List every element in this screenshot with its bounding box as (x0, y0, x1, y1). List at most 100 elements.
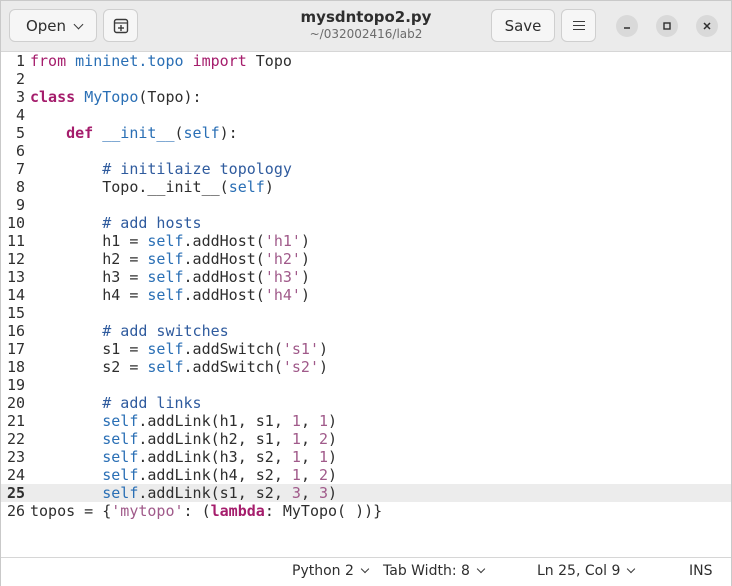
line-number: 15 (6, 304, 25, 322)
code-line[interactable]: 2 (1, 70, 731, 88)
code-line[interactable]: 24 self.addLink(h4, s2, 1, 2) (1, 466, 731, 484)
code-line[interactable]: 15 (1, 304, 731, 322)
code-token: topos = { (30, 502, 112, 520)
code-line[interactable]: 17 s1 = self.addSwitch('s1') (1, 340, 731, 358)
code-token: ) (300, 250, 310, 268)
code-token: , (300, 466, 319, 484)
code-token: 1 (319, 448, 329, 466)
code-token: MyTopo (84, 88, 139, 106)
code-token: .addLink(h4, s2, (138, 466, 292, 484)
code-token: .addHost( (183, 250, 265, 268)
code-token: .addHost( (183, 268, 265, 286)
code-line[interactable]: 5 def __init__(self): (1, 124, 731, 142)
code-line[interactable]: 19 (1, 376, 731, 394)
code-token: , (300, 448, 319, 466)
code-line[interactable]: 7 # initilaize topology (1, 160, 731, 178)
code-token: self (183, 124, 220, 142)
code-line[interactable]: 8 Topo.__init__(self) (1, 178, 731, 196)
line-number: 10 (6, 214, 25, 232)
code-line[interactable]: 1 from mininet.topo import Topo (1, 52, 731, 70)
save-button[interactable]: Save (491, 9, 555, 42)
new-tab-button[interactable] (103, 9, 138, 42)
code-token: 's2' (282, 358, 319, 376)
tab-width-selector[interactable]: Tab Width: 8 (383, 563, 486, 579)
minimize-button[interactable] (616, 15, 638, 37)
code-token: s1 = (30, 340, 148, 358)
code-line[interactable]: 20 # add links (1, 394, 731, 412)
code-token: 1 (291, 466, 301, 484)
language-label: Python 2 (292, 563, 354, 579)
code-token: # add switches (102, 322, 229, 340)
text-editor-window: Open mysdntopo2.py ~/032002416/lab2 Save (0, 0, 732, 586)
code-token: .addHost( (183, 286, 265, 304)
hamburger-menu-icon (572, 20, 585, 31)
code-token: # add hosts (102, 214, 202, 232)
code-token: ( (174, 124, 184, 142)
code-token: : MyTopo( ))} (264, 502, 383, 520)
code-text: # add switches (30, 322, 229, 340)
maximize-button[interactable] (656, 15, 678, 37)
line-number: 20 (6, 394, 25, 412)
code-token: # add links (102, 394, 202, 412)
code-line[interactable]: 26 topos = {'mytopo': (lambda: MyTopo( ))… (1, 502, 731, 520)
code-line[interactable]: 25 self.addLink(s1, s2, 3, 3) (1, 484, 731, 502)
code-text: # initilaize topology (30, 160, 292, 178)
code-line[interactable]: 23 self.addLink(h3, s2, 1, 1) (1, 448, 731, 466)
code-text: h3 = self.addHost('h3') (30, 268, 310, 286)
code-token: 'h3' (264, 268, 301, 286)
code-token: class (30, 88, 76, 106)
close-button[interactable] (696, 15, 718, 37)
code-line[interactable]: 11 h1 = self.addHost('h1') (1, 232, 731, 250)
open-button[interactable]: Open (9, 9, 97, 42)
code-text: h4 = self.addHost('h4') (30, 286, 310, 304)
code-token: self (147, 286, 184, 304)
code-line[interactable]: 14 h4 = self.addHost('h4') (1, 286, 731, 304)
code-editor[interactable]: 1 from mininet.topo import Topo 2 3 class My… (1, 52, 731, 557)
code-token: self (147, 232, 184, 250)
cursor-position-selector[interactable]: Ln 25, Col 9 (537, 563, 636, 579)
code-lines[interactable]: 1 from mininet.topo import Topo 2 3 class My… (1, 52, 731, 520)
open-button-label: Open (25, 16, 67, 35)
code-token: ) (300, 232, 310, 250)
code-line[interactable]: 10 # add hosts (1, 214, 731, 232)
code-token: ): (219, 124, 238, 142)
code-line[interactable]: 3 class MyTopo(Topo): (1, 88, 731, 106)
code-token: .addLink(s1, s2, (138, 484, 292, 502)
code-line[interactable]: 16 # add switches (1, 322, 731, 340)
code-text: h2 = self.addHost('h2') (30, 250, 310, 268)
code-token: h4 = (30, 286, 148, 304)
line-number: 1 (15, 52, 25, 70)
window-title-block: mysdntopo2.py ~/032002416/lab2 (251, 7, 481, 42)
code-line[interactable]: 9 (1, 196, 731, 214)
code-token: mininet.topo (75, 52, 184, 70)
code-text: class MyTopo(Topo): (30, 88, 202, 106)
code-token: 'mytopo' (111, 502, 184, 520)
insert-mode-indicator[interactable]: INS (689, 563, 713, 579)
language-selector[interactable]: Python 2 (292, 563, 370, 579)
code-text: # add links (30, 394, 202, 412)
code-token: .addHost( (183, 232, 265, 250)
line-number: 8 (15, 178, 25, 196)
code-line[interactable]: 18 s2 = self.addSwitch('s2') (1, 358, 731, 376)
code-line[interactable]: 12 h2 = self.addHost('h2') (1, 250, 731, 268)
header-bar: Open mysdntopo2.py ~/032002416/lab2 Save (1, 1, 731, 52)
code-token: 1 (291, 430, 301, 448)
main-menu-button[interactable] (561, 9, 596, 42)
code-token: self (147, 358, 184, 376)
code-line[interactable]: 6 (1, 142, 731, 160)
code-line[interactable]: 4 (1, 106, 731, 124)
close-icon (703, 22, 711, 30)
chevron-down-icon (73, 19, 84, 30)
code-line[interactable]: 22 self.addLink(h2, s1, 1, 2) (1, 430, 731, 448)
code-line[interactable]: 13 h3 = self.addHost('h3') (1, 268, 731, 286)
code-line[interactable]: 21 self.addLink(h1, s1, 1, 1) (1, 412, 731, 430)
code-token: ) (328, 448, 338, 466)
line-number: 3 (15, 88, 25, 106)
